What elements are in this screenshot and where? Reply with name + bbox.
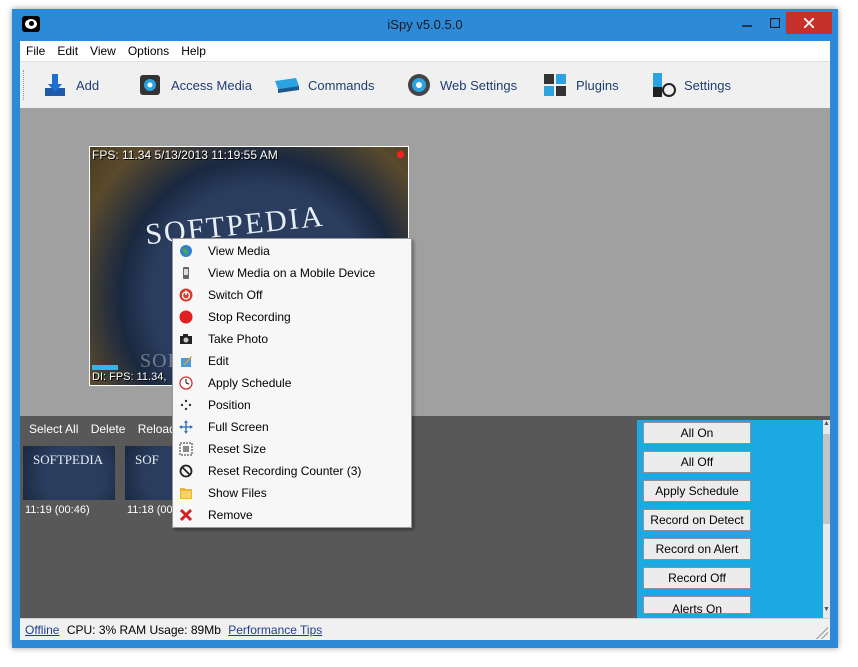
menu-item-stop-recording[interactable]: Stop Recording <box>173 306 411 328</box>
schedule-icon <box>179 376 193 390</box>
command-panel: All On All Off Apply Schedule Record on … <box>637 420 823 618</box>
globe-icon <box>180 245 192 257</box>
media-thumbnail[interactable]: SOFTPEDIA <box>23 446 115 500</box>
menu-item-full-screen[interactable]: Full Screen <box>173 416 411 438</box>
title-bar[interactable]: iSpy v5.0.5.0 <box>12 9 838 41</box>
plugins-icon <box>544 74 566 96</box>
menu-options[interactable]: Options <box>122 41 175 61</box>
add-camera-icon <box>45 74 65 96</box>
thumbnail-image-text: SOF <box>135 452 159 467</box>
add-label: Add <box>76 77 100 93</box>
web-settings-icon <box>408 74 430 96</box>
minimize-icon <box>742 25 752 27</box>
menu-item-take-photo[interactable]: Take Photo <box>173 328 411 350</box>
record-icon <box>179 310 193 324</box>
close-icon <box>803 17 815 29</box>
resize-grip-icon[interactable] <box>816 627 828 639</box>
thumbnail-image-text: SOFTPEDIA <box>33 452 104 467</box>
camera-icon <box>180 334 192 344</box>
menu-item-view-media[interactable]: View Media <box>173 240 411 262</box>
media-toolbar: Select All Delete Reload <box>20 422 176 438</box>
thumbnail-caption: 11:18 (00 <box>127 504 173 516</box>
web-settings-label: Web Settings <box>440 77 518 93</box>
close-button[interactable] <box>786 12 832 34</box>
power-icon <box>179 288 193 302</box>
access-media-button[interactable]: Access Media <box>137 69 252 101</box>
menu-item-edit[interactable]: Edit <box>173 350 411 372</box>
window-title: iSpy v5.0.5.0 <box>387 17 463 32</box>
scroll-up-icon[interactable]: ▲ <box>823 420 830 429</box>
menu-item-reset-recording-counter[interactable]: Reset Recording Counter (3) <box>173 460 411 482</box>
context-menu: View Media View Media on a Mobile Device… <box>172 238 412 528</box>
app-window: iSpy v5.0.5.0 File Edit View Options Help Ad… <box>12 9 838 648</box>
no-entry-icon <box>179 464 193 478</box>
reload-button[interactable]: Reload <box>138 422 176 436</box>
reset-size-icon <box>179 442 193 456</box>
offline-link[interactable]: Offline <box>25 623 59 637</box>
select-all-button[interactable]: Select All <box>29 422 78 436</box>
menu-item-position[interactable]: Position <box>173 394 411 416</box>
media-panel: Select All Delete Reload SOFTPEDIA 11:19… <box>20 416 830 618</box>
menu-item-view-media-mobile[interactable]: View Media on a Mobile Device <box>173 262 411 284</box>
position-icon <box>180 399 192 411</box>
apply-schedule-button[interactable]: Apply Schedule <box>643 480 751 502</box>
record-on-alert-button[interactable]: Record on Alert <box>643 538 751 560</box>
remove-icon <box>179 508 193 522</box>
command-panel-scrollbar[interactable]: ▲ ▼ <box>823 420 830 618</box>
commands-icon <box>275 78 299 93</box>
scroll-thumb[interactable] <box>823 434 830 524</box>
menu-item-apply-schedule[interactable]: Apply Schedule <box>173 372 411 394</box>
status-bar: Offline CPU: 3% RAM Usage: 89Mb Performa… <box>20 618 830 640</box>
media-icon <box>140 75 160 95</box>
performance-tips-link[interactable]: Performance Tips <box>228 623 322 637</box>
recording-indicator-icon <box>397 151 404 158</box>
delete-button[interactable]: Delete <box>91 422 126 436</box>
record-off-button[interactable]: Record Off <box>643 567 751 589</box>
settings-label: Settings <box>684 77 731 93</box>
maximize-icon <box>769 17 781 29</box>
thumbnail-caption: 11:19 (00:46) <box>25 504 90 516</box>
scroll-down-icon[interactable]: ▼ <box>823 606 830 615</box>
fullscreen-icon <box>179 420 193 434</box>
access-media-label: Access Media <box>171 77 252 93</box>
plugins-label: Plugins <box>576 77 619 93</box>
menu-item-remove[interactable]: Remove <box>173 504 411 526</box>
mobile-icon <box>183 267 189 279</box>
toolbar-grip[interactable] <box>23 70 27 100</box>
alerts-on-button[interactable]: Alerts On <box>643 596 751 614</box>
menu-edit[interactable]: Edit <box>51 41 84 61</box>
edit-icon <box>181 356 192 367</box>
menu-view[interactable]: View <box>84 41 122 61</box>
commands-label: Commands <box>308 77 375 93</box>
settings-button[interactable]: Settings <box>650 69 731 101</box>
client-area: File Edit View Options Help Add Access Media <box>20 41 830 640</box>
main-toolbar: Add Access Media Commands Web Settings P… <box>20 61 830 109</box>
motion-level-bar <box>92 365 118 370</box>
settings-icon <box>653 73 676 97</box>
folder-icon <box>180 488 192 499</box>
minimize-button[interactable] <box>732 12 762 34</box>
add-button[interactable]: Add <box>42 69 99 101</box>
record-on-detect-button[interactable]: Record on Detect <box>643 509 751 531</box>
menu-item-switch-off[interactable]: Switch Off <box>173 284 411 306</box>
all-off-button[interactable]: All Off <box>643 451 751 473</box>
menu-help[interactable]: Help <box>175 41 212 61</box>
menu-item-show-files[interactable]: Show Files <box>173 482 411 504</box>
menu-bar: File Edit View Options Help <box>20 41 830 61</box>
cpu-ram-status: CPU: 3% RAM Usage: 89Mb <box>66 623 221 637</box>
menu-item-reset-size[interactable]: Reset Size <box>173 438 411 460</box>
all-on-button[interactable]: All On <box>643 422 751 444</box>
plugins-button[interactable]: Plugins <box>542 69 619 101</box>
web-settings-button[interactable]: Web Settings <box>406 69 517 101</box>
camera-fps-overlay: FPS: 11.34 5/13/2013 11:19:55 AM <box>92 148 278 162</box>
menu-file[interactable]: File <box>20 41 51 61</box>
commands-button[interactable]: Commands <box>274 69 374 101</box>
